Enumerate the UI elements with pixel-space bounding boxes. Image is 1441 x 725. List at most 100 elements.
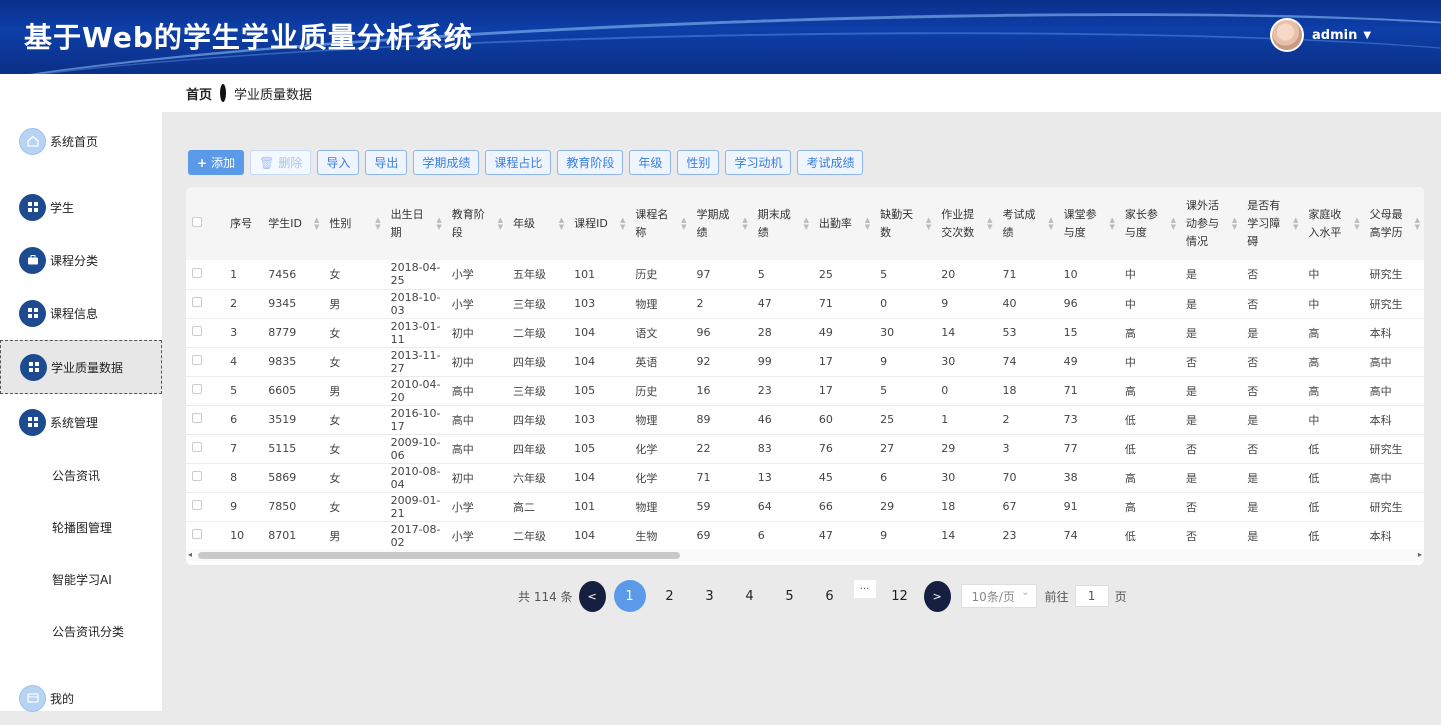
sort-icon[interactable]: ▲ ▼: [742, 216, 747, 231]
sidebar-item-course-info[interactable]: 课程信息: [0, 286, 162, 340]
page-button[interactable]: 3: [694, 580, 726, 612]
sort-icon[interactable]: ▲ ▼: [375, 216, 380, 231]
sort-icon[interactable]: ▲ ▼: [926, 216, 931, 231]
column-header[interactable]: 课程名称 ▲ ▼: [629, 187, 691, 260]
sort-icon[interactable]: ▲ ▼: [1354, 216, 1359, 231]
row-checkbox[interactable]: [192, 413, 202, 423]
sort-icon[interactable]: ▲ ▼: [314, 216, 319, 231]
table-row[interactable]: 4 9835 女 2013-11-27 初中 四年级 104 英语 92 99 17 9 30 74 49 中…: [186, 347, 1424, 377]
next-page-button[interactable]: >: [923, 580, 951, 612]
table-row[interactable]: 9 7850 女 2009-01-21 小学 高二 101 物理 59 64 66 29 18 67 91 高…: [186, 492, 1424, 522]
sort-icon[interactable]: ▲ ▼: [1232, 216, 1237, 231]
scroll-thumb[interactable]: [198, 552, 680, 559]
sort-icon[interactable]: ▲ ▼: [620, 216, 625, 231]
motivation-button[interactable]: 学习动机: [725, 150, 792, 175]
sort-icon[interactable]: ▲ ▼: [498, 216, 503, 231]
delete-button[interactable]: 🗑 删除: [250, 150, 312, 175]
gender-button[interactable]: 性别: [677, 150, 720, 175]
row-checkbox[interactable]: [192, 355, 202, 365]
table-row[interactable]: 3 8779 女 2013-01-11 初中 二年级 104 语文 96 28 49 30 14 53 15…: [186, 318, 1424, 348]
page-button-last[interactable]: 12: [884, 580, 916, 612]
row-checkbox[interactable]: [192, 500, 202, 510]
column-header[interactable]: 序号: [224, 187, 263, 260]
sidebar-item-mine[interactable]: 我的: [0, 671, 162, 725]
column-header[interactable]: 期末成绩 ▲ ▼: [751, 187, 813, 260]
username[interactable]: admin: [1312, 28, 1357, 43]
sidebar-subitem-carousel[interactable]: 轮播图管理: [52, 519, 112, 536]
column-header[interactable]: 是否有学习障碍 ▲ ▼: [1241, 187, 1303, 260]
page-button[interactable]: 2: [654, 580, 686, 612]
column-header[interactable]: 年级 ▲ ▼: [506, 187, 569, 260]
select-all-checkbox[interactable]: [192, 216, 202, 227]
table-row[interactable]: 1 7456 女 2018-04-25 小学 五年级 101 历史 97 5 25 5 20 71 10 中是…: [186, 260, 1424, 290]
table-row[interactable]: 5 6605 男 2010-04-20 高中 三年级 105 历史 16 23 17 5 0 18 71 高是…: [186, 376, 1424, 406]
column-header[interactable]: 课外活动参与情况 ▲ ▼: [1180, 187, 1242, 260]
page-button[interactable]: 4: [734, 580, 766, 612]
export-button[interactable]: 导出: [365, 150, 408, 175]
scroll-left-icon[interactable]: ◂: [188, 550, 192, 559]
column-header[interactable]: 家长参与度 ▲ ▼: [1118, 187, 1181, 260]
sort-icon[interactable]: ▲ ▼: [436, 216, 441, 231]
page-button[interactable]: 6: [814, 580, 846, 612]
column-header[interactable]: 学生ID ▲ ▼: [262, 187, 324, 260]
import-button[interactable]: 导入: [317, 150, 360, 175]
sidebar-item-home[interactable]: 系统首页: [0, 114, 162, 168]
sidebar-subitem-announcement-category[interactable]: 公告资讯分类: [52, 623, 124, 640]
sidebar-item-students[interactable]: 学生: [0, 180, 162, 234]
column-header[interactable]: 缺勤天数 ▲ ▼: [874, 187, 936, 260]
grade-button[interactable]: 年级: [629, 150, 672, 175]
page-size-select[interactable]: 10条/页: [960, 584, 1037, 608]
row-checkbox[interactable]: [192, 529, 202, 539]
horizontal-scrollbar[interactable]: ◂ ▸: [186, 549, 1424, 561]
prev-page-button[interactable]: <: [578, 580, 606, 612]
breadcrumb-home[interactable]: 首页: [186, 84, 212, 103]
table-row[interactable]: 2 9345 男 2018-10-03 小学 三年级 103 物理 2 47 71 0 9 40 96 中是否…: [186, 289, 1424, 319]
page-button-current[interactable]: 1: [613, 580, 646, 612]
table-row[interactable]: 6 3519 女 2016-10-17 高中 四年级 103 物理 89 46 60 25 1 2 73 低是…: [186, 405, 1424, 435]
row-checkbox[interactable]: [192, 442, 202, 452]
row-checkbox[interactable]: [192, 326, 202, 336]
sort-icon[interactable]: ▲ ▼: [1109, 216, 1114, 231]
avatar[interactable]: [1270, 18, 1304, 52]
sort-icon[interactable]: ▲ ▼: [1293, 216, 1298, 231]
row-checkbox[interactable]: [192, 267, 202, 278]
column-header[interactable]: 课堂参与度 ▲ ▼: [1057, 187, 1119, 260]
column-header[interactable]: 学期成绩 ▲ ▼: [690, 187, 752, 260]
sort-icon[interactable]: ▲ ▼: [1415, 216, 1420, 231]
scroll-right-icon[interactable]: ▸: [1418, 550, 1422, 559]
column-header[interactable]: 性别 ▲ ▼: [323, 187, 385, 260]
goto-page-input[interactable]: 1: [1074, 585, 1109, 607]
column-header[interactable]: 作业提交次数 ▲ ▼: [935, 187, 997, 260]
row-checkbox[interactable]: [192, 471, 202, 481]
edu-stage-button[interactable]: 教育阶段: [557, 150, 624, 175]
column-header[interactable]: 家庭收入水平 ▲ ▼: [1302, 187, 1364, 260]
more-pages-icon[interactable]: ···: [853, 580, 876, 598]
sort-icon[interactable]: ▲ ▼: [1171, 216, 1176, 231]
exam-score-button[interactable]: 考试成绩: [797, 150, 864, 175]
sidebar-item-course-category[interactable]: 课程分类: [0, 233, 162, 287]
sidebar-item-quality-data[interactable]: 学业质量数据: [0, 340, 162, 394]
user-menu[interactable]: admin ▼: [1270, 18, 1371, 52]
add-button[interactable]: + 添加: [188, 150, 245, 175]
sidebar-subitem-announcements[interactable]: 公告资讯: [52, 467, 100, 484]
sidebar-subitem-ai[interactable]: 智能学习AI: [52, 571, 112, 588]
term-score-button[interactable]: 学期成绩: [413, 150, 480, 175]
sort-icon[interactable]: ▲ ▼: [681, 216, 686, 231]
column-header[interactable]: 父母最高学历 ▲ ▼: [1363, 187, 1424, 260]
sidebar-item-system[interactable]: 系统管理: [0, 395, 162, 449]
table-row[interactable]: 8 5869 女 2010-08-04 初中 六年级 104 化学 71 13 45 6 30 70 38 高…: [186, 463, 1424, 493]
table-row[interactable]: 10 8701 男 2017-08-02 小学 二年级 104 生物 69 6 47 9 14 23 74 低…: [186, 521, 1424, 551]
sort-icon[interactable]: ▲ ▼: [987, 216, 992, 231]
table-row[interactable]: 7 5115 女 2009-10-06 高中 四年级 105 化学 22 83 76 27 29 3 77 低…: [186, 434, 1424, 464]
column-header[interactable]: 出勤率 ▲ ▼: [812, 187, 875, 260]
column-header[interactable]: 教育阶段 ▲ ▼: [445, 187, 507, 260]
sort-icon[interactable]: ▲ ▼: [804, 216, 809, 231]
column-header[interactable]: 课程ID ▲ ▼: [568, 187, 630, 260]
row-checkbox[interactable]: [192, 384, 202, 394]
column-header[interactable]: 出生日期 ▲ ▼: [384, 187, 446, 260]
sort-icon[interactable]: ▲ ▼: [1048, 216, 1053, 231]
sort-icon[interactable]: ▲ ▼: [559, 216, 564, 231]
row-checkbox[interactable]: [192, 297, 202, 307]
course-ratio-button[interactable]: 课程占比: [485, 150, 552, 175]
column-header[interactable]: 考试成绩 ▲ ▼: [996, 187, 1058, 260]
